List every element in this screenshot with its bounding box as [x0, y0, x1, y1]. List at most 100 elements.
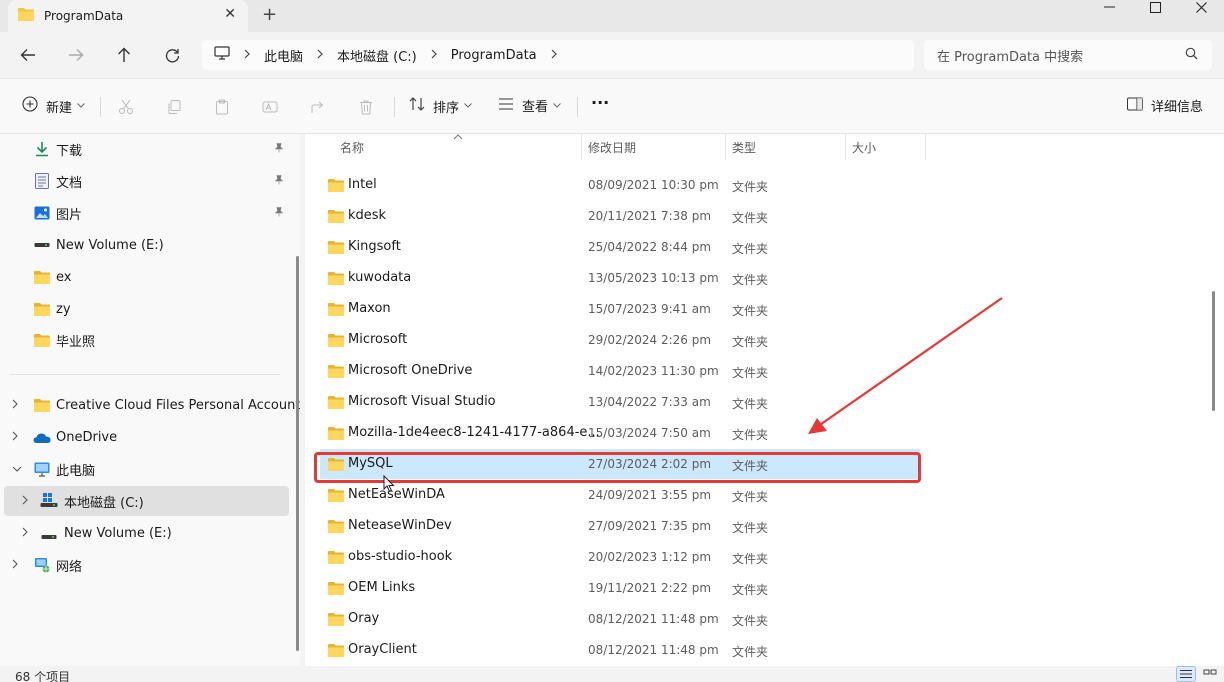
sidebar-item-documents[interactable]: 文档	[0, 166, 290, 196]
file-type: 文件夹	[732, 335, 769, 349]
close-window-button[interactable]	[1178, 0, 1224, 14]
divider	[10, 374, 280, 375]
sidebar-item-local-disk-c[interactable]: 本地磁盘 (C:)	[4, 486, 289, 516]
breadcrumb-this-pc[interactable]: 此电脑	[264, 46, 303, 65]
chevron-right-icon[interactable]	[431, 48, 437, 62]
maximize-button[interactable]	[1132, 0, 1178, 14]
pin-icon	[274, 174, 284, 188]
tiles-view-button[interactable]	[1200, 666, 1220, 682]
chevron-right-icon[interactable]	[244, 48, 250, 62]
column-header-size[interactable]: 大小	[852, 134, 876, 160]
rename-icon[interactable]	[260, 97, 280, 117]
file-row-kingsoft[interactable]: Kingsoft 25/04/2022 8:44 pm 文件夹	[320, 232, 920, 262]
details-pane-button[interactable]: 详细信息	[1127, 96, 1203, 115]
sidebar-item-this-pc[interactable]: 此电脑	[0, 454, 290, 484]
file-modified-date: 15/03/2024 7:50 am	[588, 426, 711, 440]
new-tab-button[interactable]: +	[262, 4, 277, 25]
computer-icon	[33, 461, 51, 477]
sidebar-item-label: 下载	[56, 143, 83, 159]
delete-icon[interactable]	[356, 97, 376, 117]
column-divider[interactable]	[581, 134, 582, 160]
chevron-right-icon[interactable]	[22, 527, 28, 540]
download-icon	[33, 141, 51, 157]
file-row-obs-studio-hook[interactable]: obs-studio-hook 20/02/2023 1:12 pm 文件夹	[320, 542, 920, 572]
sidebar-item-creative-cloud[interactable]: Creative Cloud Files Personal Account zy	[0, 390, 300, 420]
sort-button[interactable]: 排序	[409, 96, 472, 116]
up-arrow-icon	[118, 47, 130, 62]
folder-icon	[328, 364, 344, 382]
chevron-right-icon[interactable]	[551, 48, 557, 62]
file-modified-date: 13/04/2022 7:33 am	[588, 395, 711, 409]
view-label: 查看	[522, 100, 549, 115]
file-row-intel[interactable]: Intel 08/09/2021 10:30 pm 文件夹	[320, 170, 920, 200]
copy-icon[interactable]	[164, 97, 184, 117]
chevron-right-icon[interactable]	[22, 495, 28, 508]
forward-arrow-icon	[69, 49, 84, 61]
chevron-right-icon[interactable]	[12, 399, 18, 412]
paste-icon[interactable]	[212, 97, 232, 117]
column-header-type[interactable]: 类型	[732, 134, 756, 160]
file-row-oem-links[interactable]: OEM Links 19/11/2021 2:22 pm 文件夹	[320, 573, 920, 603]
sidebar-item-new-volume-e[interactable]: New Volume (E:)	[0, 518, 290, 548]
folder-icon	[328, 333, 344, 351]
share-icon[interactable]	[308, 97, 328, 117]
sidebar-item-network[interactable]: 网络	[0, 550, 290, 580]
file-row-orayclient[interactable]: OrayClient 08/12/2021 11:48 pm 文件夹	[320, 635, 920, 665]
breadcrumb-programdata[interactable]: ProgramData	[451, 48, 537, 63]
divider	[394, 97, 395, 117]
file-modified-date: 08/12/2021 11:48 pm	[588, 612, 719, 626]
column-header-modified[interactable]: 修改日期	[588, 134, 636, 160]
minimize-button[interactable]	[1086, 0, 1132, 14]
refresh-button[interactable]	[161, 44, 183, 66]
column-divider[interactable]	[925, 134, 926, 160]
sidebar-item-new-volume[interactable]: New Volume (E:)	[0, 230, 290, 260]
file-row-neteasewindev[interactable]: NeteaseWinDev 27/09/2021 7:35 pm 文件夹	[320, 511, 920, 541]
sidebar-item-graduation-photos[interactable]: 毕业照	[0, 325, 290, 355]
refresh-icon	[165, 48, 179, 62]
chevron-right-icon[interactable]	[12, 559, 18, 572]
sidebar-scrollbar[interactable]	[296, 256, 299, 651]
column-divider[interactable]	[845, 134, 846, 160]
annotation-arrow	[808, 297, 1003, 434]
column-header-label: 类型	[732, 140, 757, 155]
tab-programdata[interactable]: ProgramData ✕	[8, 0, 248, 32]
file-list-scrollbar[interactable]	[1212, 291, 1215, 411]
chevron-right-icon[interactable]	[12, 431, 18, 444]
view-button[interactable]: 查看	[498, 96, 561, 115]
file-row-mysql[interactable]: MySQL 27/03/2024 2:02 pm 文件夹	[320, 449, 920, 479]
item-count: 68 个项目	[15, 670, 71, 682]
file-row-oray[interactable]: Oray 08/12/2021 11:48 pm 文件夹	[320, 604, 920, 634]
column-divider[interactable]	[725, 134, 726, 160]
folder-icon	[328, 550, 344, 568]
up-button[interactable]	[113, 44, 135, 66]
breadcrumb-local-disk[interactable]: 本地磁盘 (C:)	[337, 46, 417, 65]
sidebar-item-ex[interactable]: ex	[0, 262, 290, 292]
close-tab-icon[interactable]: ✕	[224, 6, 236, 22]
sidebar-item-onedrive[interactable]: OneDrive	[0, 422, 290, 452]
file-name: MySQL	[348, 456, 393, 471]
column-header-label: 修改日期	[588, 140, 637, 155]
sidebar-item-zy[interactable]: zy	[0, 294, 290, 324]
sidebar-item-downloads[interactable]: 下载	[0, 134, 290, 164]
cut-icon[interactable]	[116, 97, 136, 117]
chevron-down-icon[interactable]	[12, 464, 22, 475]
sidebar-item-label: 本地磁盘 (C:)	[64, 495, 144, 511]
more-options-button[interactable]: ···	[591, 93, 609, 112]
search-box[interactable]: 在 ProgramData 中搜索	[924, 40, 1212, 70]
sidebar-item-label: 网络	[56, 559, 83, 575]
file-name: Microsoft	[348, 332, 408, 347]
chevron-right-icon[interactable]	[317, 48, 323, 62]
file-row-kuwodata[interactable]: kuwodata 13/05/2023 10:13 pm 文件夹	[320, 263, 920, 293]
sidebar-item-label: ex	[56, 269, 72, 285]
file-row-neteasewinda[interactable]: NetEaseWinDA 24/09/2021 3:55 pm 文件夹	[320, 480, 920, 510]
new-button[interactable]: 新建	[22, 96, 85, 116]
address-bar[interactable]: 此电脑 本地磁盘 (C:) ProgramData	[202, 40, 914, 70]
folder-icon	[328, 395, 344, 413]
details-view-button[interactable]	[1176, 666, 1196, 682]
tab-title: ProgramData	[44, 9, 124, 23]
column-header-name[interactable]: 名称	[340, 134, 364, 160]
back-button[interactable]	[17, 44, 39, 66]
file-row-kdesk[interactable]: kdesk 20/11/2021 7:38 pm 文件夹	[320, 201, 920, 231]
forward-button[interactable]	[65, 44, 87, 66]
sidebar-item-pictures[interactable]: 图片	[0, 198, 290, 228]
